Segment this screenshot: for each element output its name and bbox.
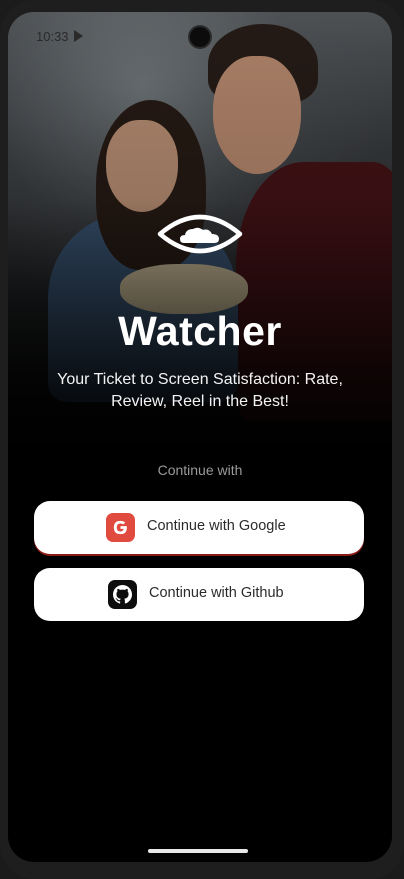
github-button-label: Continue with Github [149, 585, 284, 601]
github-icon [108, 580, 137, 609]
continue-with-google-button[interactable]: Continue with Google [34, 501, 364, 554]
device-frame: 10:33 Watcher Your Ticket to Screen Sati… [0, 0, 404, 879]
status-time: 10:33 [36, 29, 69, 44]
continue-with-label: Continue with [157, 462, 243, 478]
continue-with-github-button[interactable]: Continue with Github [34, 568, 364, 621]
app-tagline: Your Ticket to Screen Satisfaction: Rate… [57, 371, 343, 410]
app-title: Watcher [118, 308, 282, 354]
home-indicator[interactable] [148, 849, 248, 853]
camera-cutout [188, 25, 212, 49]
play-store-icon [74, 30, 83, 42]
eye-cloud-icon [157, 214, 243, 254]
google-button-label: Continue with Google [147, 518, 286, 534]
google-icon [106, 513, 135, 542]
app-screen: 10:33 Watcher Your Ticket to Screen Sati… [8, 12, 392, 862]
